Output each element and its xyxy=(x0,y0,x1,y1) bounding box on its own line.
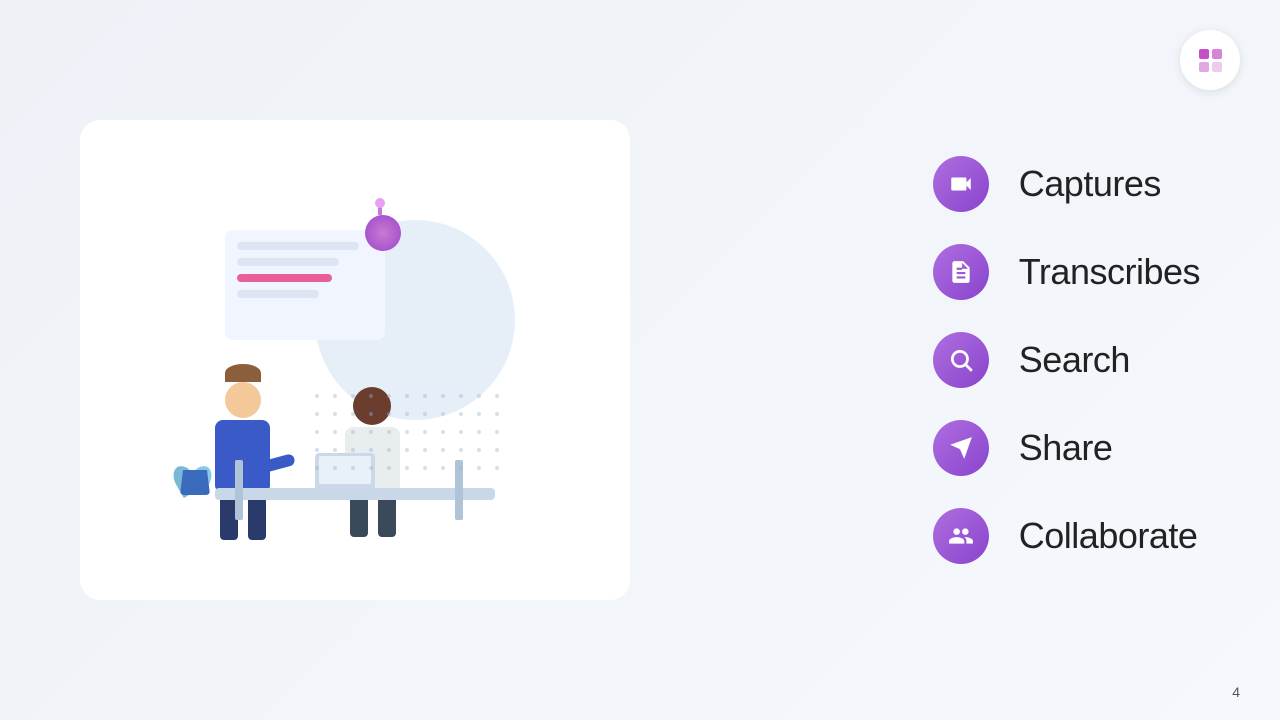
feature-item-collaborate: Collaborate xyxy=(933,508,1200,564)
plant xyxy=(180,470,210,495)
dot xyxy=(441,466,445,470)
dot xyxy=(315,412,319,416)
search-icon xyxy=(948,347,974,373)
dot xyxy=(333,448,337,452)
dot xyxy=(333,466,337,470)
page-number: 4 xyxy=(1232,684,1240,700)
dot xyxy=(351,430,355,434)
people-icon xyxy=(948,523,974,549)
dot xyxy=(477,394,481,398)
video-camera-icon xyxy=(948,171,974,197)
dot xyxy=(441,448,445,452)
dot xyxy=(333,394,337,398)
robot-antenna xyxy=(378,203,382,215)
dot xyxy=(369,466,373,470)
dot xyxy=(459,394,463,398)
feature-icon-circle-share xyxy=(933,420,989,476)
feature-icon-circle-search xyxy=(933,332,989,388)
dot xyxy=(477,466,481,470)
desk-surface xyxy=(215,488,495,500)
feature-icon-circle-collaborate xyxy=(933,508,989,564)
dot xyxy=(477,412,481,416)
logo-icon xyxy=(1199,49,1222,72)
dot xyxy=(333,412,337,416)
logo xyxy=(1180,30,1240,90)
dot xyxy=(351,412,355,416)
dot xyxy=(423,448,427,452)
dot xyxy=(441,412,445,416)
dot xyxy=(423,394,427,398)
feature-item-transcribes: Transcribes xyxy=(933,244,1200,300)
dot xyxy=(405,448,409,452)
dot xyxy=(477,430,481,434)
dot xyxy=(369,394,373,398)
dot xyxy=(369,430,373,434)
plant-pot xyxy=(180,470,210,495)
feature-label-transcribes: Transcribes xyxy=(1019,251,1200,293)
features-list: Captures Transcribes xyxy=(873,156,1200,564)
illustration-panel: // Generate dots document.currentScript.… xyxy=(80,120,630,600)
document-icon xyxy=(948,259,974,285)
dots-pattern: // Generate dots document.currentScript.… xyxy=(315,394,509,480)
feature-item-share: Share xyxy=(933,420,1200,476)
dot xyxy=(459,412,463,416)
feature-label-captures: Captures xyxy=(1019,163,1161,205)
dot xyxy=(315,466,319,470)
dot xyxy=(423,466,427,470)
page-container: 4 xyxy=(0,0,1280,720)
desk-leg-left xyxy=(235,460,243,520)
share-icon xyxy=(948,435,974,461)
dot xyxy=(495,430,499,434)
feature-label-share: Share xyxy=(1019,427,1113,469)
dot xyxy=(459,430,463,434)
feature-label-search: Search xyxy=(1019,339,1130,381)
dot xyxy=(405,394,409,398)
dot xyxy=(495,394,499,398)
dot xyxy=(405,466,409,470)
dot xyxy=(387,448,391,452)
dot xyxy=(423,412,427,416)
dot xyxy=(387,394,391,398)
dot xyxy=(351,448,355,452)
feature-icon-circle-transcribes xyxy=(933,244,989,300)
dot xyxy=(315,430,319,434)
dot xyxy=(351,394,355,398)
dot xyxy=(333,430,337,434)
dot xyxy=(441,394,445,398)
dot xyxy=(459,466,463,470)
feature-item-captures: Captures xyxy=(933,156,1200,212)
dot xyxy=(423,430,427,434)
feature-label-collaborate: Collaborate xyxy=(1019,515,1198,557)
dot xyxy=(405,412,409,416)
dot xyxy=(495,466,499,470)
dot xyxy=(369,412,373,416)
robot-figure xyxy=(365,215,401,251)
person1-head xyxy=(225,382,261,418)
dot xyxy=(441,430,445,434)
feature-item-search: Search xyxy=(933,332,1200,388)
dot xyxy=(495,448,499,452)
dot xyxy=(351,466,355,470)
robot-head xyxy=(365,215,401,251)
dot xyxy=(405,430,409,434)
person1-arm xyxy=(254,453,296,475)
dot xyxy=(459,448,463,452)
dot xyxy=(387,430,391,434)
dot xyxy=(369,448,373,452)
whiteboard xyxy=(225,230,385,340)
feature-icon-circle-captures xyxy=(933,156,989,212)
illustration: // Generate dots document.currentScript.… xyxy=(165,190,545,530)
dot xyxy=(477,448,481,452)
person1-hair xyxy=(225,364,261,382)
dot xyxy=(495,412,499,416)
dot xyxy=(387,412,391,416)
dot xyxy=(315,448,319,452)
dot xyxy=(315,394,319,398)
dot xyxy=(387,466,391,470)
